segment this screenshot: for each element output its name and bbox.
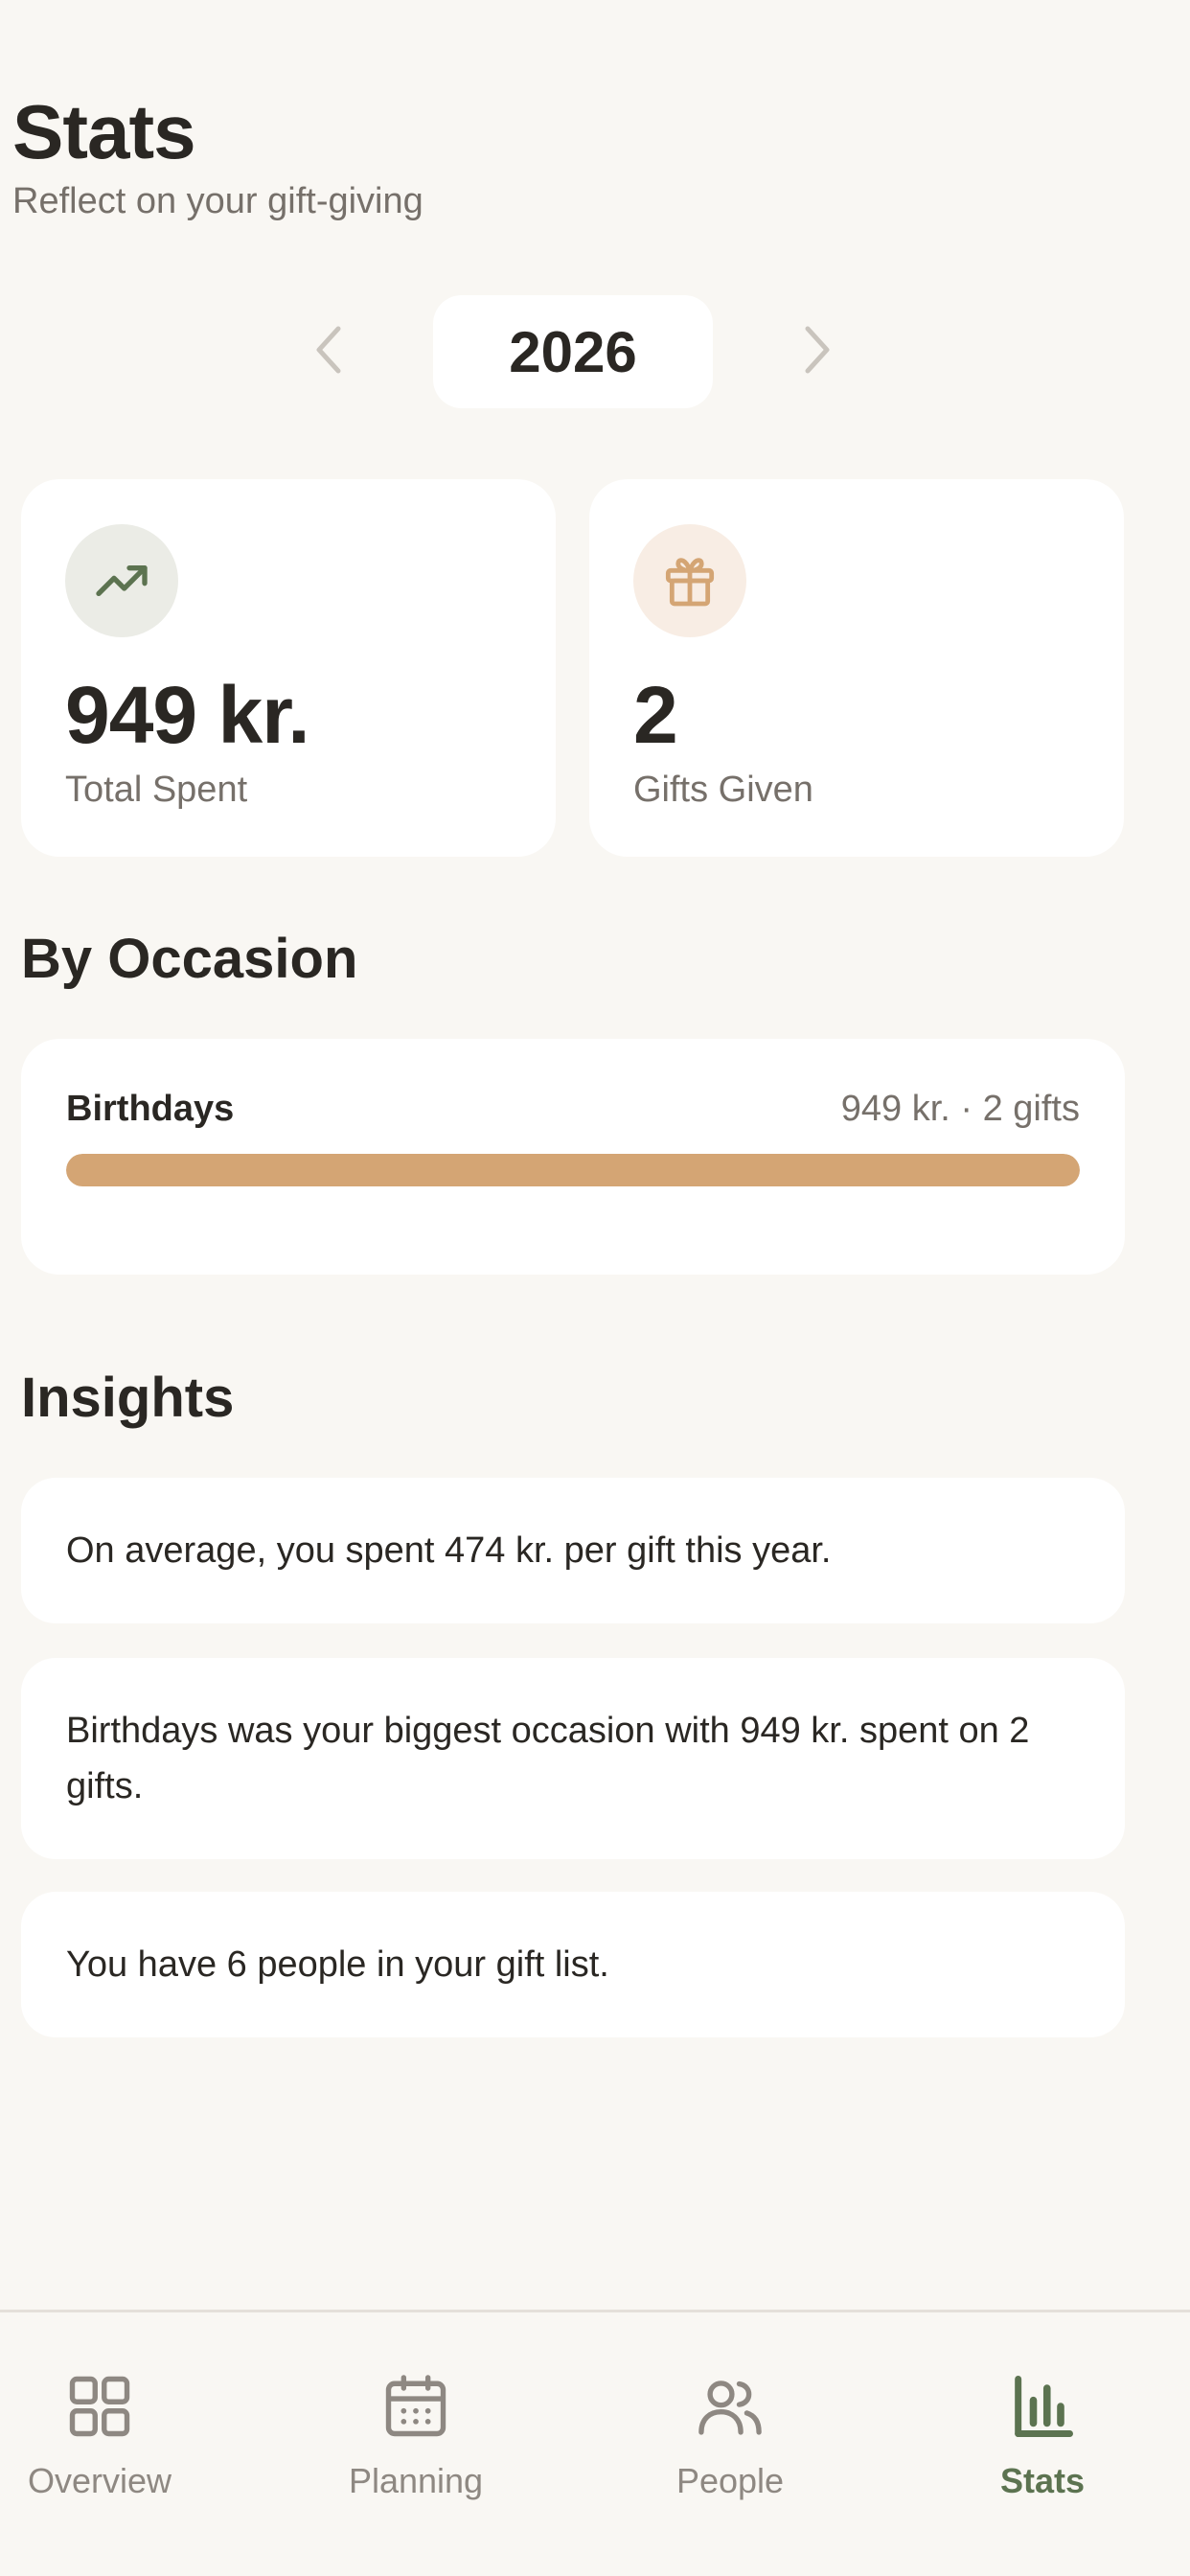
tab-label: People <box>675 2461 785 2500</box>
bottom-tab-bar: Overview Planning People Stats <box>0 2310 1190 2576</box>
by-occasion-heading: By Occasion <box>21 928 358 990</box>
gift-icon <box>665 558 715 607</box>
occasion-meta: 949 kr. · 2 gifts <box>840 1089 1080 1129</box>
insight-card: You have 6 people in your gift list. <box>21 1892 1125 2037</box>
total-spent-card: 949 kr. Total Spent <box>21 479 556 857</box>
tab-label: Stats <box>999 2461 1086 2500</box>
tab-label: Overview <box>27 2461 172 2500</box>
stat-icon-badge <box>633 524 746 637</box>
chevron-left-icon <box>316 326 341 374</box>
occasion-name: Birthdays <box>66 1089 235 1129</box>
total-spent-value: 949 kr. <box>65 670 310 760</box>
gifts-given-label: Gifts Given <box>633 770 813 810</box>
chevron-right-icon <box>805 326 830 374</box>
tab-people[interactable]: People <box>615 2370 845 2523</box>
insights-heading: Insights <box>21 1367 235 1429</box>
users-icon <box>694 2370 767 2443</box>
insight-card: Birthdays was your biggest occasion with… <box>21 1658 1125 1859</box>
tab-overview[interactable]: Overview <box>0 2370 215 2523</box>
tab-label: Planning <box>348 2461 484 2500</box>
calendar-icon <box>379 2370 452 2443</box>
next-year-button[interactable] <box>784 316 851 383</box>
page-subtitle: Reflect on your gift-giving <box>12 181 423 221</box>
occasion-progress-fill <box>66 1154 1080 1186</box>
stats-screen: Stats Reflect on your gift-giving 2026 9… <box>0 0 1190 2576</box>
occasion-card: Birthdays 949 kr. · 2 gifts <box>21 1039 1125 1275</box>
gifts-given-value: 2 <box>633 670 678 760</box>
stat-icon-badge <box>65 524 178 637</box>
insight-text: You have 6 people in your gift list. <box>66 1944 609 1985</box>
gifts-given-card: 2 Gifts Given <box>589 479 1124 857</box>
previous-year-button[interactable] <box>295 316 362 383</box>
year-display: 2026 <box>433 295 713 408</box>
page-title: Stats <box>12 89 196 174</box>
grid-icon <box>63 2370 136 2443</box>
occasion-progress-track <box>66 1154 1080 1186</box>
total-spent-label: Total Spent <box>65 770 248 810</box>
insight-text: On average, you spent 474 kr. per gift t… <box>66 1530 832 1571</box>
trending-up-icon <box>96 565 148 596</box>
insight-text: Birthdays was your biggest occasion with… <box>66 1711 1030 1806</box>
insight-card: On average, you spent 474 kr. per gift t… <box>21 1478 1125 1623</box>
tab-planning[interactable]: Planning <box>301 2370 531 2523</box>
bar-chart-icon <box>1006 2370 1079 2443</box>
tab-stats[interactable]: Stats <box>927 2370 1157 2523</box>
